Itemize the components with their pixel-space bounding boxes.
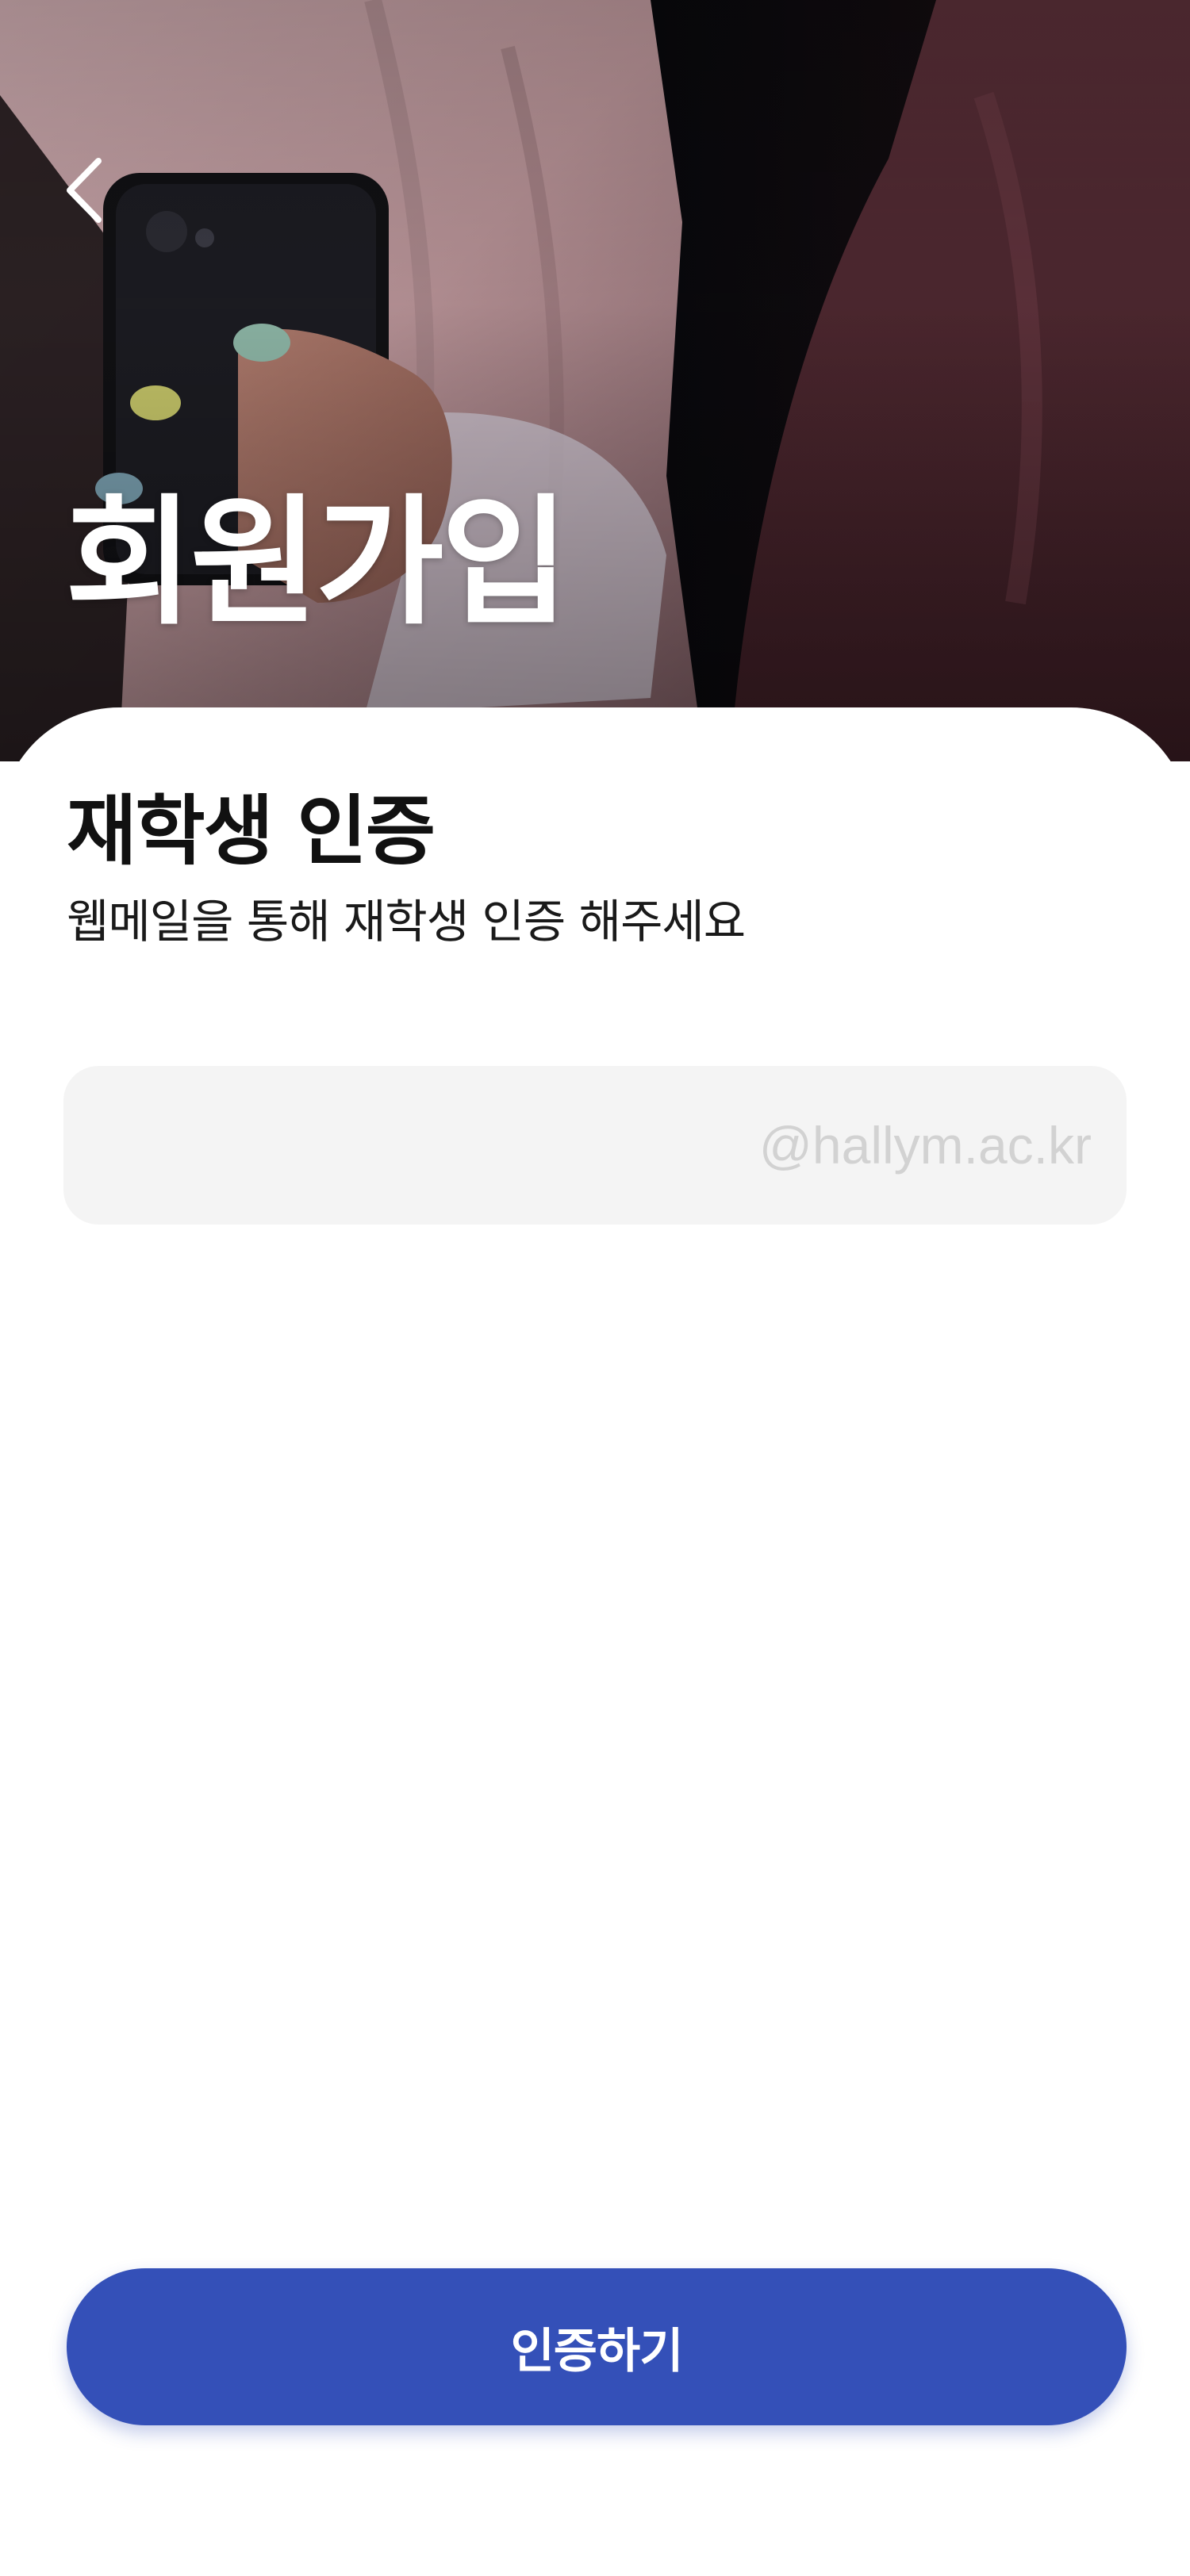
back-button[interactable] [52, 151, 116, 230]
hero-overlay [0, 0, 1190, 761]
section-subtitle: 웹메일을 통해 재학생 인증 해주세요 [67, 895, 746, 949]
page-title: 회원가입 [65, 481, 570, 644]
chevron-left-icon [67, 158, 102, 223]
verify-button-label: 인증하기 [510, 2324, 684, 2378]
hero-photo [0, 0, 1190, 761]
email-domain-suffix: @hallym.ac.kr [758, 1116, 1092, 1175]
section-title: 재학생 인증 [67, 787, 436, 876]
email-field[interactable]: @hallym.ac.kr [63, 1066, 1127, 1225]
verify-button[interactable]: 인증하기 [67, 2268, 1127, 2425]
email-input[interactable] [95, 1066, 759, 1225]
verification-sheet: 재학생 인증 웹메일을 통해 재학생 인증 해주세요 @hallym.ac.kr… [0, 707, 1190, 2576]
